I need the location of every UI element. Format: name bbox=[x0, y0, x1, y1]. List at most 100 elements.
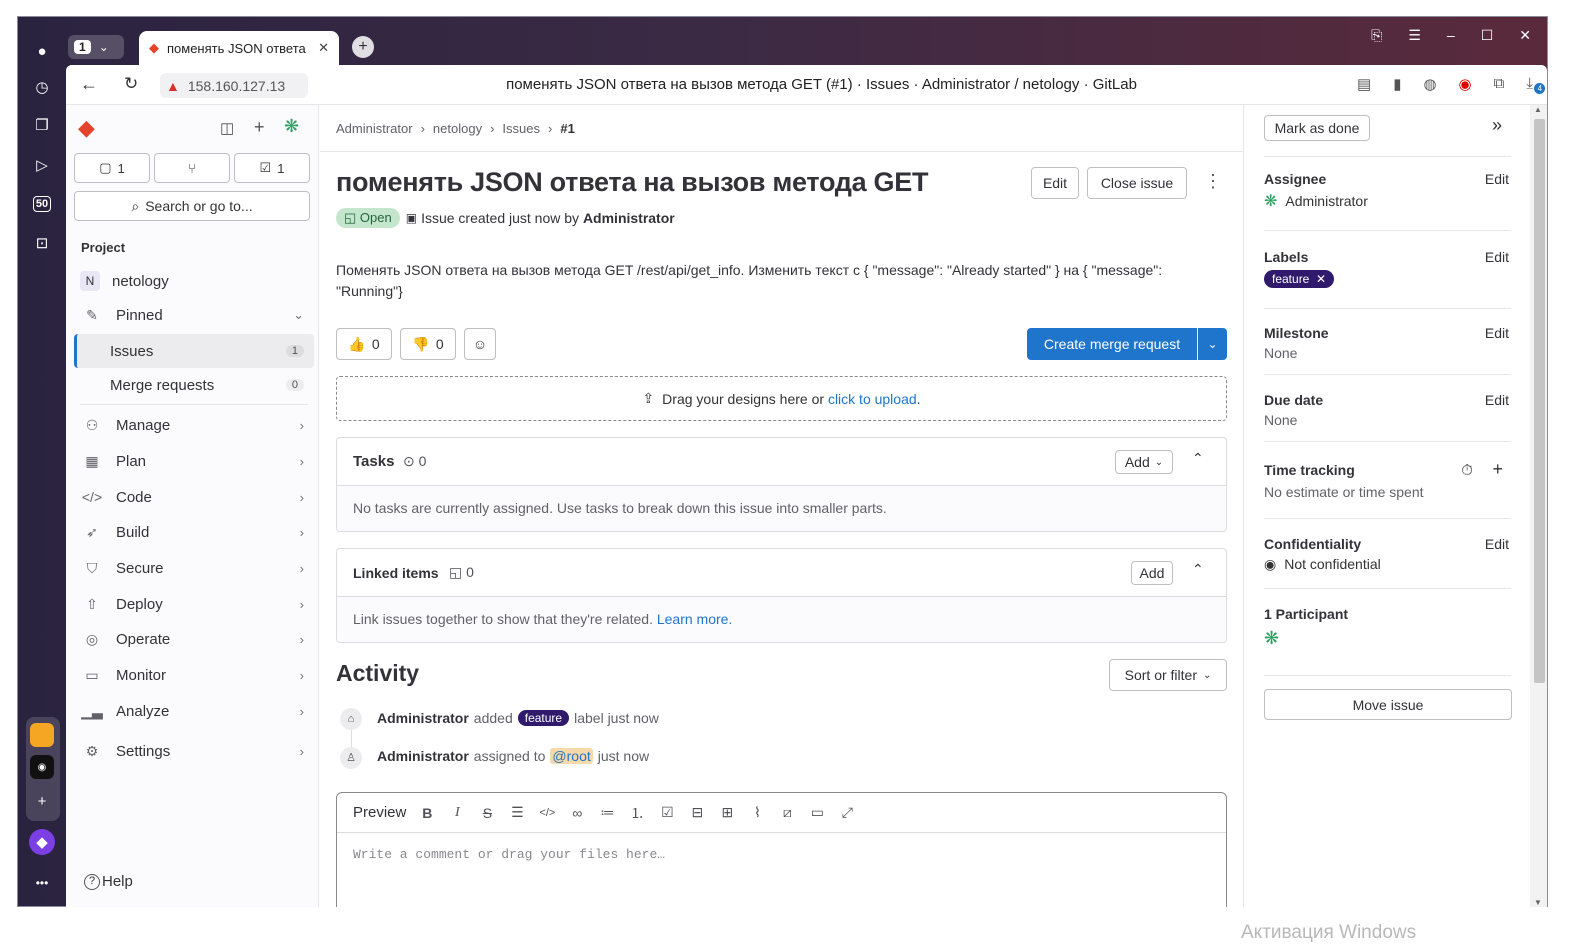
stopwatch-icon[interactable]: ⏱ bbox=[1461, 462, 1473, 479]
profile-icon[interactable]: ● bbox=[28, 37, 56, 65]
fullscreen-icon[interactable]: ⤢ bbox=[832, 804, 862, 821]
sort-filter-dropdown[interactable]: Sort or filter ⌄ bbox=[1109, 659, 1227, 691]
sidebar-item-merge-requests[interactable]: Merge requests 0 bbox=[74, 368, 314, 402]
add-task-button[interactable]: Add ⌄ bbox=[1115, 450, 1173, 474]
comment-input[interactable]: Write a comment or drag your files here… bbox=[337, 833, 1226, 876]
label-badge[interactable]: feature bbox=[517, 710, 570, 726]
gitlab-logo-icon[interactable]: ◆ bbox=[78, 115, 104, 141]
more-icon[interactable]: ••• bbox=[28, 869, 56, 897]
scrollbar-thumb[interactable] bbox=[1534, 119, 1545, 683]
move-issue-button[interactable]: Move issue bbox=[1264, 689, 1512, 720]
milestone-edit-link[interactable]: Edit bbox=[1485, 325, 1509, 341]
sidebar-item-code[interactable]: </> Code › bbox=[74, 480, 314, 514]
sidebar-item-operate[interactable]: ◎ Operate › bbox=[74, 622, 314, 656]
due-date-edit-link[interactable]: Edit bbox=[1485, 392, 1509, 408]
history-icon[interactable]: ◷ bbox=[28, 73, 56, 101]
event-user-link[interactable]: Administrator bbox=[377, 710, 469, 726]
event-user-link[interactable]: Administrator bbox=[377, 748, 469, 764]
task-list-icon[interactable]: ☑ bbox=[652, 804, 682, 821]
bookmark-icon[interactable]: ▮ bbox=[1393, 75, 1401, 93]
heading-icon[interactable]: ☰ bbox=[502, 804, 532, 821]
mark-as-done-button[interactable]: Mark as done bbox=[1264, 115, 1370, 141]
thumbs-up-button[interactable]: 👍 0 bbox=[336, 328, 392, 360]
scroll-up-icon[interactable]: ▲ bbox=[1534, 105, 1542, 114]
sidebar-item-settings[interactable]: ⚙ Settings › bbox=[74, 734, 314, 768]
maximize-icon[interactable]: ☐ bbox=[1481, 27, 1494, 44]
extensions-icon[interactable]: ⧉ bbox=[1494, 75, 1505, 93]
avatar[interactable]: ❋ bbox=[1264, 628, 1511, 649]
new-tab-icon[interactable]: + bbox=[352, 36, 374, 58]
table-icon[interactable]: ⊞ bbox=[712, 804, 742, 821]
record-icon[interactable]: ◉ bbox=[1459, 75, 1472, 93]
add-linked-item-button[interactable]: Add bbox=[1131, 561, 1173, 585]
upload-link[interactable]: click to upload bbox=[828, 391, 917, 407]
italic-icon[interactable]: I bbox=[442, 805, 472, 821]
sidebar-item-build[interactable]: ➶ Build › bbox=[74, 515, 314, 549]
slash-commands-icon[interactable]: ⧄ bbox=[772, 804, 802, 821]
alice-icon[interactable]: ◆ bbox=[29, 829, 55, 855]
collections-icon[interactable]: ❐ bbox=[28, 111, 56, 139]
reload-icon[interactable]: ↻ bbox=[124, 74, 138, 94]
remove-label-icon[interactable]: ✕ bbox=[1316, 272, 1326, 286]
merge-request-dropdown[interactable]: ⌄ bbox=[1198, 328, 1227, 360]
design-upload-dropzone[interactable]: ⇪ Drag your designs here or click to upl… bbox=[336, 376, 1227, 421]
labels-edit-link[interactable]: Edit bbox=[1485, 249, 1509, 265]
add-time-icon[interactable]: + bbox=[1492, 459, 1503, 480]
tab-counter[interactable]: 1 ⌄ bbox=[68, 35, 124, 59]
preview-tab[interactable]: Preview bbox=[353, 804, 406, 821]
collapse-sidebar-icon[interactable]: ◫ bbox=[220, 119, 234, 137]
merge-requests-button[interactable]: ⑂ bbox=[154, 153, 230, 183]
screenshot-icon[interactable]: ⊡ bbox=[28, 229, 56, 257]
thumbs-down-button[interactable]: 👎 0 bbox=[400, 328, 456, 360]
assignee-link[interactable]: Administrator bbox=[1285, 193, 1367, 209]
mention-link[interactable]: @root bbox=[550, 748, 593, 764]
add-reaction-button[interactable]: ☺ bbox=[464, 328, 496, 360]
video-icon[interactable]: ▷ bbox=[28, 151, 56, 179]
pinned-toggle[interactable]: ✎ Pinned ⌄ bbox=[74, 298, 314, 332]
sidebar-item-plan[interactable]: ▦ Plan › bbox=[74, 444, 314, 478]
badge-50-icon[interactable]: 50 bbox=[28, 190, 56, 218]
create-new-icon[interactable]: + bbox=[254, 117, 265, 138]
comment-icon[interactable]: ▭ bbox=[802, 804, 832, 821]
collapse-tasks-icon[interactable]: ⌃ bbox=[1192, 450, 1204, 467]
assignee-edit-link[interactable]: Edit bbox=[1485, 171, 1509, 187]
attach-icon[interactable]: ⌇ bbox=[742, 804, 772, 821]
help-link[interactable]: ? Help bbox=[84, 873, 133, 890]
create-merge-request-button[interactable]: Create merge request bbox=[1027, 328, 1197, 360]
mail-app-icon[interactable] bbox=[30, 723, 54, 747]
minimize-icon[interactable]: – bbox=[1447, 27, 1455, 44]
numbered-list-icon[interactable]: ⒈ bbox=[622, 803, 652, 823]
confidentiality-edit-link[interactable]: Edit bbox=[1485, 536, 1509, 552]
bullet-list-icon[interactable]: ≔ bbox=[592, 804, 622, 821]
sidebar-item-monitor[interactable]: ▭ Monitor › bbox=[74, 658, 314, 692]
sidebar-item-analyze[interactable]: ▁▃ Analyze › bbox=[74, 694, 314, 728]
strikethrough-icon[interactable]: S bbox=[472, 805, 502, 821]
bold-icon[interactable]: B bbox=[412, 805, 442, 821]
add-app-icon[interactable]: + bbox=[28, 787, 56, 815]
more-actions-icon[interactable]: ⋮ bbox=[1204, 171, 1222, 192]
scroll-down-icon[interactable]: ▼ bbox=[1534, 898, 1542, 907]
collapse-linked-icon[interactable]: ⌃ bbox=[1192, 561, 1204, 578]
assigned-issues-button[interactable]: ▢ 1 bbox=[74, 153, 150, 183]
edit-button[interactable]: Edit bbox=[1031, 167, 1079, 199]
downloads-icon[interactable]: ⤓ 4 bbox=[1526, 75, 1546, 94]
bookmarks-icon[interactable]: ⎘ bbox=[1371, 27, 1382, 44]
address-field[interactable]: ▲ 158.160.127.13 bbox=[160, 73, 308, 98]
active-tab[interactable]: ◆ поменять JSON ответа ✕ bbox=[139, 31, 339, 65]
label-badge[interactable]: feature ✕ bbox=[1264, 270, 1335, 288]
todos-button[interactable]: ☑ 1 bbox=[234, 153, 310, 183]
author-link[interactable]: Administrator bbox=[583, 210, 675, 226]
link-icon[interactable]: ∞ bbox=[562, 805, 592, 821]
vpn-icon[interactable]: ◍ bbox=[1423, 75, 1436, 93]
sidebar-item-secure[interactable]: ⛉ Secure › bbox=[74, 551, 314, 585]
chatgpt-app-icon[interactable]: ◉ bbox=[30, 755, 54, 779]
collapsible-icon[interactable]: ⊟ bbox=[682, 804, 712, 821]
sidebar-item-manage[interactable]: ⚇ Manage › bbox=[74, 408, 314, 442]
user-avatar[interactable]: ❋ bbox=[284, 116, 299, 137]
collapse-sidebar-icon[interactable]: » bbox=[1492, 115, 1502, 136]
project-link[interactable]: N netology bbox=[74, 264, 314, 298]
learn-more-link[interactable]: Learn more. bbox=[657, 611, 732, 627]
search-button[interactable]: ⌕ Search or go to... bbox=[74, 191, 310, 221]
menu-icon[interactable]: ☰ bbox=[1408, 27, 1421, 44]
close-window-icon[interactable]: ✕ bbox=[1519, 27, 1531, 44]
